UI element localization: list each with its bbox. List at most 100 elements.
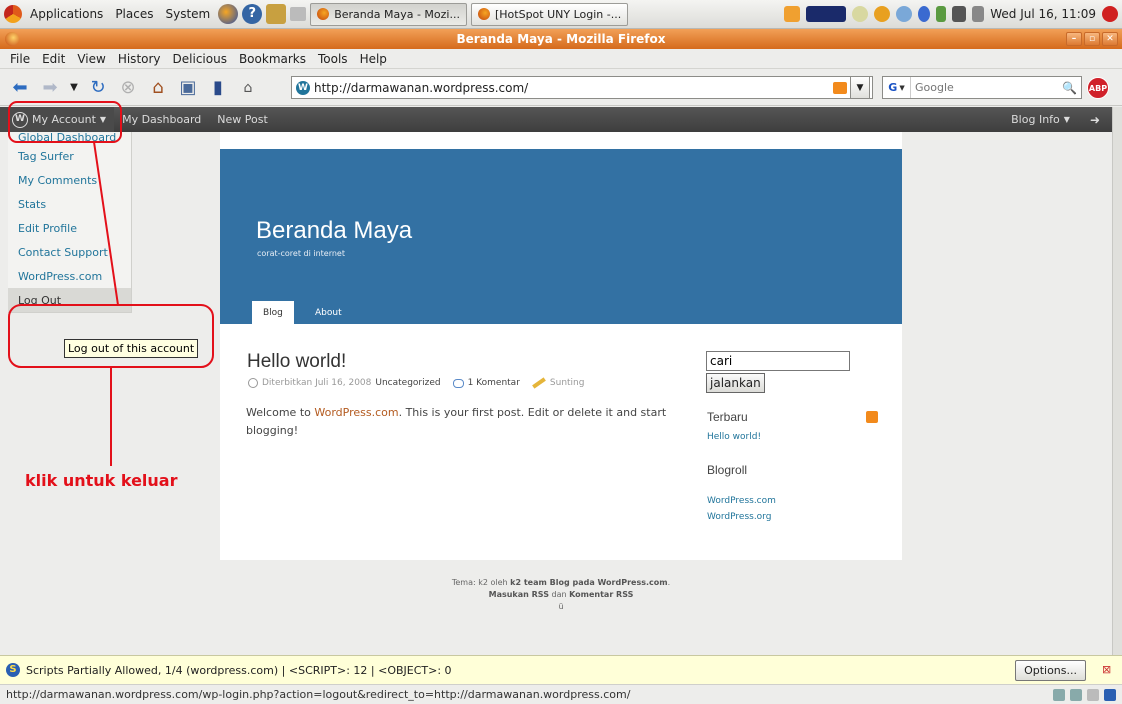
tab-about[interactable]: About	[304, 301, 353, 325]
arrow-right-icon[interactable]: ➜	[1078, 113, 1112, 127]
menu-edit[interactable]: Edit	[36, 52, 71, 66]
firefox-launcher-icon[interactable]	[218, 4, 239, 24]
new-post-link[interactable]: New Post	[209, 107, 276, 132]
recent-heading: Terbaru	[707, 410, 748, 424]
comments-rss-link[interactable]: Komentar RSS	[569, 590, 633, 599]
status-network-icon[interactable]	[1053, 688, 1065, 701]
chevron-down-icon: ▼	[99, 115, 107, 124]
menu-tools[interactable]: Tools	[312, 52, 354, 66]
url-bar[interactable]: W http://darmawanan.wordpress.com/ ☆	[291, 76, 873, 99]
close-window-button[interactable]: ✕	[1102, 32, 1118, 46]
ubuntu-logo-icon[interactable]	[4, 5, 22, 23]
blogroll-link-wordpress-com[interactable]: WordPress.com	[707, 496, 776, 506]
adblock-plus-icon[interactable]: ABP	[1087, 77, 1109, 99]
menu-bookmarks[interactable]: Bookmarks	[233, 52, 312, 66]
entries-rss-link[interactable]: Masukan RSS	[489, 590, 549, 599]
power-icon[interactable]	[1102, 6, 1118, 22]
my-dashboard-link[interactable]: My Dashboard	[114, 107, 209, 132]
reload-icon[interactable]: ↻	[86, 76, 110, 100]
wordpress-logo-icon: W	[12, 111, 28, 128]
dropdown-item-contact-support[interactable]: Contact Support	[8, 240, 131, 264]
network-icon[interactable]	[896, 6, 913, 22]
search-submit-button[interactable]: jalankan	[706, 373, 765, 393]
update-icon[interactable]	[784, 6, 801, 22]
help-launcher-icon[interactable]: ?	[242, 4, 263, 24]
close-icon[interactable]: ⊠	[1102, 664, 1114, 676]
status-noscript-icon[interactable]	[1104, 688, 1116, 701]
search-box[interactable]: G▼ 🔍	[882, 76, 1082, 99]
dropdown-item-log-out[interactable]: Log Out	[8, 288, 131, 312]
dropdown-item-tag-surfer[interactable]: Tag Surfer	[8, 144, 131, 168]
minimize-button[interactable]: –	[1066, 32, 1082, 46]
dropdown-item-global-dashboard[interactable]: Global Dashboard	[8, 132, 131, 144]
dropdown-item-my-comments[interactable]: My Comments	[8, 168, 131, 192]
search-icon[interactable]: 🔍	[1062, 81, 1077, 95]
editor-launcher-icon[interactable]	[266, 4, 287, 24]
rss-icon[interactable]	[866, 411, 878, 423]
firefox-window-icon[interactable]	[5, 32, 19, 46]
volume-icon[interactable]	[972, 6, 985, 22]
forward-arrow-icon[interactable]: ➡	[38, 76, 62, 100]
firefox-icon	[477, 8, 490, 20]
post-edit-link[interactable]: Sunting	[550, 378, 585, 388]
menu-help[interactable]: Help	[354, 52, 393, 66]
post-title[interactable]: Hello world!	[247, 351, 346, 373]
blogroll-link-wordpress-org[interactable]: WordPress.org	[707, 512, 771, 522]
wordpress-link[interactable]: WordPress.com	[314, 406, 398, 419]
weather-icon[interactable]	[852, 6, 869, 22]
annotation-text: klik untuk keluar	[25, 471, 178, 490]
pencil-icon	[532, 377, 546, 389]
dropdown-item-wordpress-com[interactable]: WordPress.com	[8, 264, 131, 288]
tag-icon[interactable]: ⌂	[236, 76, 260, 100]
back-arrow-icon[interactable]: ⬅	[8, 76, 32, 100]
page-scrollbar[interactable]	[1112, 107, 1122, 655]
stop-icon[interactable]: ⊗	[116, 76, 140, 100]
url-dropdown-button[interactable]: ▼	[850, 76, 870, 99]
status-mail-icon[interactable]	[1087, 688, 1099, 701]
smiley-icon: ü	[558, 602, 564, 611]
status-grid-icon[interactable]	[1070, 688, 1082, 701]
menu-file[interactable]: File	[4, 52, 36, 66]
blog-info-menu[interactable]: Blog Info ▼	[1003, 107, 1078, 132]
applications-menu[interactable]: Applications	[26, 7, 107, 21]
maximize-button[interactable]: ▫	[1084, 32, 1100, 46]
show-desktop-icon[interactable]	[290, 7, 307, 21]
clock[interactable]: Wed Jul 16, 11:09	[990, 7, 1096, 21]
dropdown-item-stats[interactable]: Stats	[8, 192, 131, 216]
settings-gear-icon[interactable]	[874, 6, 891, 22]
noscript-options-button[interactable]: Options...	[1015, 659, 1086, 681]
places-menu[interactable]: Places	[111, 7, 157, 21]
post-comments-link[interactable]: 1 Komentar	[468, 378, 520, 388]
search-engine-selector[interactable]: G ▼	[883, 77, 911, 98]
recent-post-link[interactable]: Hello world!	[707, 432, 761, 442]
bookmark-icon[interactable]: ▮	[206, 76, 230, 100]
rss-feed-icon[interactable]	[833, 81, 848, 94]
my-account-label: My Account	[32, 113, 96, 126]
battery-icon[interactable]	[936, 6, 947, 22]
task-hotspot[interactable]: [HotSpot UNY Login -...	[470, 2, 629, 26]
noscript-icon[interactable]: S	[6, 663, 20, 677]
bluetooth-icon[interactable]	[918, 6, 931, 22]
bookmarks-sidebar-icon[interactable]: ▣	[176, 76, 200, 100]
post-category[interactable]: Uncategorized	[375, 378, 440, 388]
menu-view[interactable]: View	[71, 52, 111, 66]
window-titlebar[interactable]: Beranda Maya - Mozilla Firefox – ▫ ✕	[0, 29, 1122, 49]
footer-credit-link[interactable]: k2 team Blog pada WordPress.com	[510, 578, 667, 587]
home-icon[interactable]: ⌂	[146, 76, 170, 100]
history-dropdown-icon[interactable]: ▼	[68, 76, 80, 100]
signal-icon[interactable]	[952, 6, 967, 22]
sidebar-search-input[interactable]	[706, 351, 850, 371]
blog-info-label: Blog Info	[1011, 113, 1060, 126]
cpu-monitor-icon[interactable]	[806, 6, 847, 22]
menu-history[interactable]: History	[112, 52, 167, 66]
dropdown-item-edit-profile[interactable]: Edit Profile	[8, 216, 131, 240]
blog-title[interactable]: Beranda Maya	[256, 217, 412, 245]
tab-blog[interactable]: Blog	[252, 301, 294, 325]
task-firefox[interactable]: Beranda Maya - Mozi...	[310, 2, 467, 26]
footer-text: dan	[548, 590, 570, 599]
system-menu[interactable]: System	[161, 7, 214, 21]
clock-icon	[248, 378, 258, 388]
search-input[interactable]	[915, 81, 1035, 94]
my-account-menu[interactable]: W My Account ▼	[0, 107, 115, 132]
menu-delicious[interactable]: Delicious	[167, 52, 233, 66]
